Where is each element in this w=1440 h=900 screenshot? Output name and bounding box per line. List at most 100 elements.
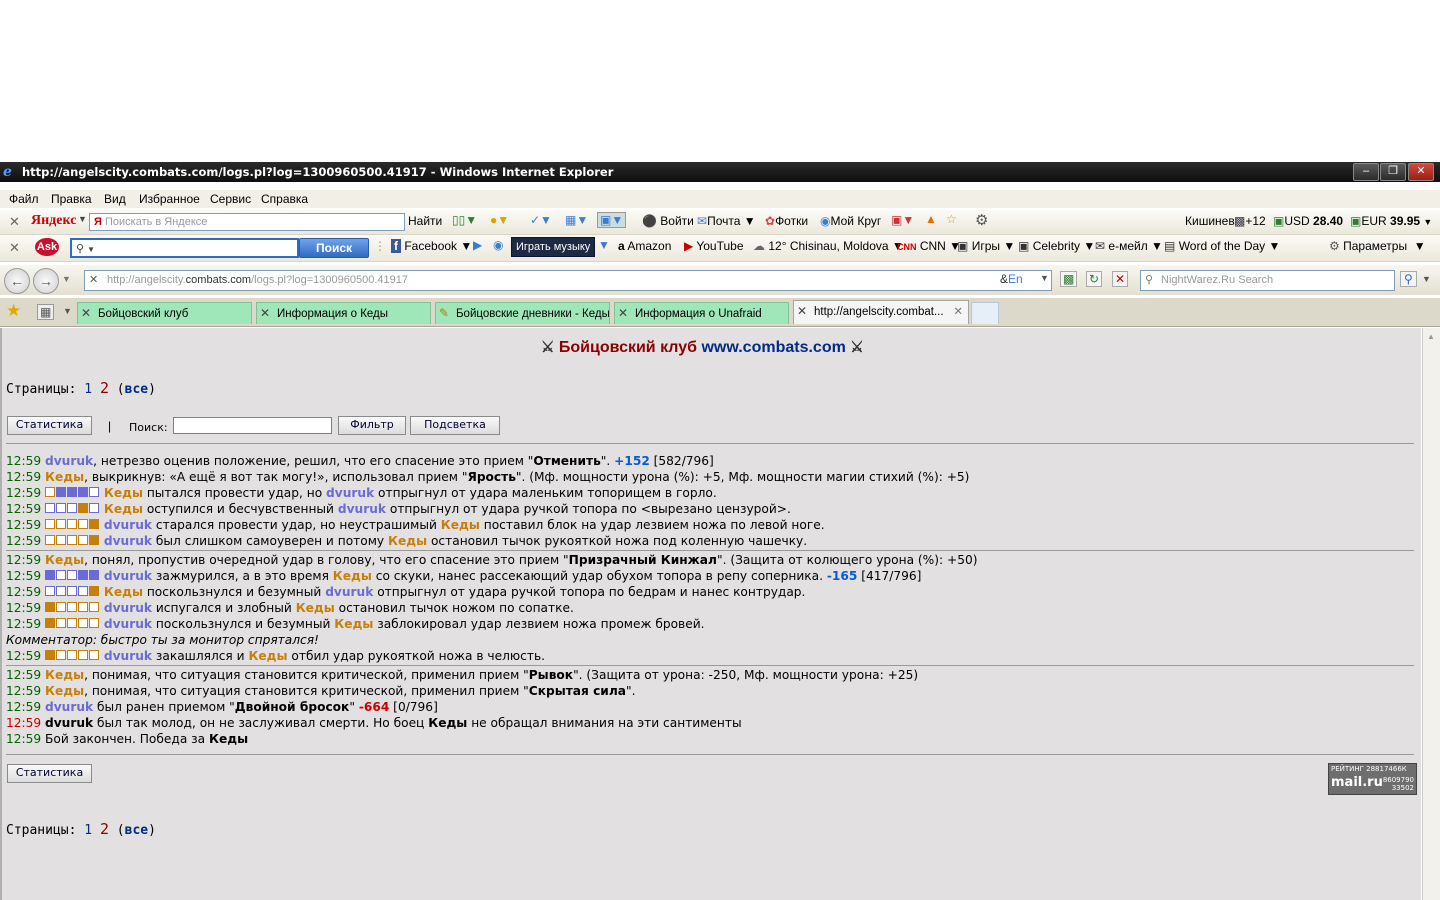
refresh-icon[interactable]: ↻: [1086, 271, 1103, 287]
chevron-down-icon[interactable]: ▼: [78, 214, 87, 224]
player-link[interactable]: Кеды: [104, 585, 143, 599]
word-of-day-button[interactable]: ▤ Word of the Day ▼: [1164, 239, 1280, 253]
translate-icon[interactable]: ▦▼: [565, 213, 588, 227]
favorites-star-icon[interactable]: ★: [6, 301, 21, 321]
ask-search-input[interactable]: ⚲ ▼: [70, 238, 299, 258]
player-link[interactable]: Кеды: [388, 534, 427, 548]
player-link[interactable]: dvuruk: [45, 454, 93, 468]
address-input[interactable]: ✕ http://angelscity.combats.com/logs.pl?…: [84, 270, 1052, 291]
new-tab-button[interactable]: [971, 302, 999, 324]
player-link[interactable]: dvuruk: [104, 617, 152, 631]
amazon-link[interactable]: a Amazon: [618, 239, 671, 253]
search-go-icon[interactable]: ⚲: [1400, 271, 1417, 287]
page-link-2[interactable]: 2: [100, 379, 109, 397]
chevron-down-icon[interactable]: ▼: [62, 274, 71, 284]
menu-file[interactable]: Файл: [9, 192, 39, 206]
player-link[interactable]: Кеды: [248, 649, 287, 663]
encoding-icon[interactable]: &En: [1000, 272, 1023, 286]
vertical-scrollbar[interactable]: ▲: [1422, 328, 1440, 900]
menu-view[interactable]: Вид: [104, 192, 126, 206]
player-link[interactable]: dvuruk: [104, 649, 152, 663]
player-link[interactable]: Кеды: [104, 502, 143, 516]
filter-button[interactable]: Фильтр: [338, 416, 406, 435]
page-link-1[interactable]: 1: [84, 823, 92, 838]
close-toolbar-icon[interactable]: ✕: [9, 240, 20, 256]
scroll-up-icon[interactable]: ▲: [1427, 332, 1435, 341]
player-link[interactable]: dvuruk: [326, 486, 374, 500]
restore-button[interactable]: ❐: [1380, 163, 1406, 181]
ask-search-button[interactable]: Поиск: [299, 238, 369, 258]
back-arrow-icon[interactable]: ←: [4, 268, 30, 294]
page-link-2[interactable]: 2: [100, 820, 109, 838]
chevron-down-icon[interactable]: ▼: [63, 306, 72, 316]
menu-edit[interactable]: Правка: [51, 192, 92, 206]
email-button[interactable]: ✉ e-мейл ▼: [1095, 239, 1163, 253]
forward-arrow-icon[interactable]: →: [33, 268, 59, 294]
yandex-login-button[interactable]: ⚫ Войти: [642, 214, 694, 228]
bag-icon[interactable]: ▲: [925, 212, 937, 226]
stop-icon[interactable]: ✕: [1112, 271, 1129, 287]
compat-view-icon[interactable]: ▩: [1060, 271, 1078, 287]
tab-info-kedy[interactable]: ✕ Информация о Кеды: [256, 302, 431, 324]
spellcheck-icon[interactable]: ✓▼: [530, 213, 552, 227]
speech-bubble-icon[interactable]: ●▼: [490, 213, 509, 227]
player-link[interactable]: Кеды: [334, 617, 373, 631]
yandex-photos-button[interactable]: ✿Фотки: [765, 214, 808, 228]
tab-fight-diaries[interactable]: ✎ Бойцовские дневники - Кеды: [435, 302, 610, 324]
log-search-input[interactable]: [173, 417, 332, 434]
weather-widget[interactable]: ▩+12: [1234, 214, 1266, 228]
tab-current-log[interactable]: ✕ http://angelscity.combat... ✕: [793, 300, 969, 324]
yandex-find-button[interactable]: Найти: [408, 214, 442, 228]
usd-rate[interactable]: ▣USD 28.40: [1273, 214, 1343, 228]
minimize-button[interactable]: –: [1353, 163, 1379, 181]
rating-counter[interactable]: РЕЙТИНГ 28817466К mail.ru 8609790 33502: [1328, 763, 1417, 795]
player-link[interactable]: Кеды: [45, 668, 84, 682]
highlight-button[interactable]: Подсветка: [410, 416, 500, 435]
chevron-down-icon[interactable]: ▼: [1422, 274, 1431, 284]
player-link[interactable]: Кеды: [296, 601, 335, 615]
volume-icon[interactable]: ◉: [493, 238, 503, 252]
games-button[interactable]: ▣ Игры ▼: [957, 239, 1015, 253]
chevron-down-icon[interactable]: ▼: [1040, 273, 1049, 283]
page-link-all[interactable]: все: [125, 823, 148, 838]
player-link[interactable]: Кеды: [45, 470, 84, 484]
chevron-down-icon[interactable]: ▼: [598, 238, 610, 252]
stats-button-bottom[interactable]: Статистика: [7, 764, 92, 783]
player-link[interactable]: dvuruk: [104, 534, 152, 548]
player-link[interactable]: Кеды: [441, 518, 480, 532]
player-link[interactable]: Кеды: [333, 569, 372, 583]
play-icon[interactable]: ▶: [473, 238, 482, 252]
yandex-mail-button[interactable]: ✉Почта ▼: [697, 214, 756, 228]
player-link[interactable]: dvuruk: [104, 601, 152, 615]
menu-help[interactable]: Справка: [261, 192, 308, 206]
menu-tools[interactable]: Сервис: [210, 192, 251, 206]
gear-icon[interactable]: ⚙: [975, 211, 988, 229]
facebook-button[interactable]: f Facebook ▼: [391, 239, 472, 253]
page-link-all[interactable]: все: [125, 382, 148, 397]
player-link[interactable]: dvuruk: [45, 700, 93, 714]
player-link[interactable]: dvuruk: [338, 502, 386, 516]
youtube-link[interactable]: ▶ YouTube: [684, 239, 744, 253]
celebrity-button[interactable]: ▣ Celebrity ▼: [1018, 239, 1095, 253]
tab-fight-club[interactable]: ✕ Бойцовский клуб: [77, 302, 252, 324]
page-link-1[interactable]: 1: [84, 382, 92, 397]
yandex-circle-button[interactable]: ◉Мой Круг: [820, 214, 881, 228]
screenshot-icon[interactable]: ▣▼: [597, 212, 627, 228]
player-link[interactable]: Кеды: [45, 684, 84, 698]
play-music-button[interactable]: Играть музыку: [511, 237, 596, 257]
tab-info-unafraid[interactable]: ✕ Информация о Unafraid: [614, 302, 789, 324]
player-link[interactable]: Кеды: [104, 486, 143, 500]
eur-rate[interactable]: ▣EUR 39.95 ▼: [1350, 214, 1432, 228]
close-tab-icon[interactable]: ✕: [953, 301, 963, 323]
bar-chart-icon[interactable]: ▯▯▼: [452, 213, 477, 227]
player-link[interactable]: dvuruk: [104, 569, 152, 583]
weather-button[interactable]: ☁ 12° Chisinau, Moldova ▼: [753, 239, 904, 253]
quick-tabs-icon[interactable]: ▦: [37, 304, 55, 320]
star-add-icon[interactable]: ☆: [946, 212, 957, 226]
player-link[interactable]: Кеды: [45, 553, 84, 567]
cube-icon[interactable]: ▣▼: [891, 213, 914, 227]
params-button[interactable]: ⚙ Параметры ▼: [1329, 239, 1426, 253]
cnn-button[interactable]: CNN CNN ▼: [897, 239, 961, 253]
resize-handle-icon[interactable]: ⋮: [374, 239, 386, 253]
site-link[interactable]: www.combats.com: [701, 339, 845, 356]
